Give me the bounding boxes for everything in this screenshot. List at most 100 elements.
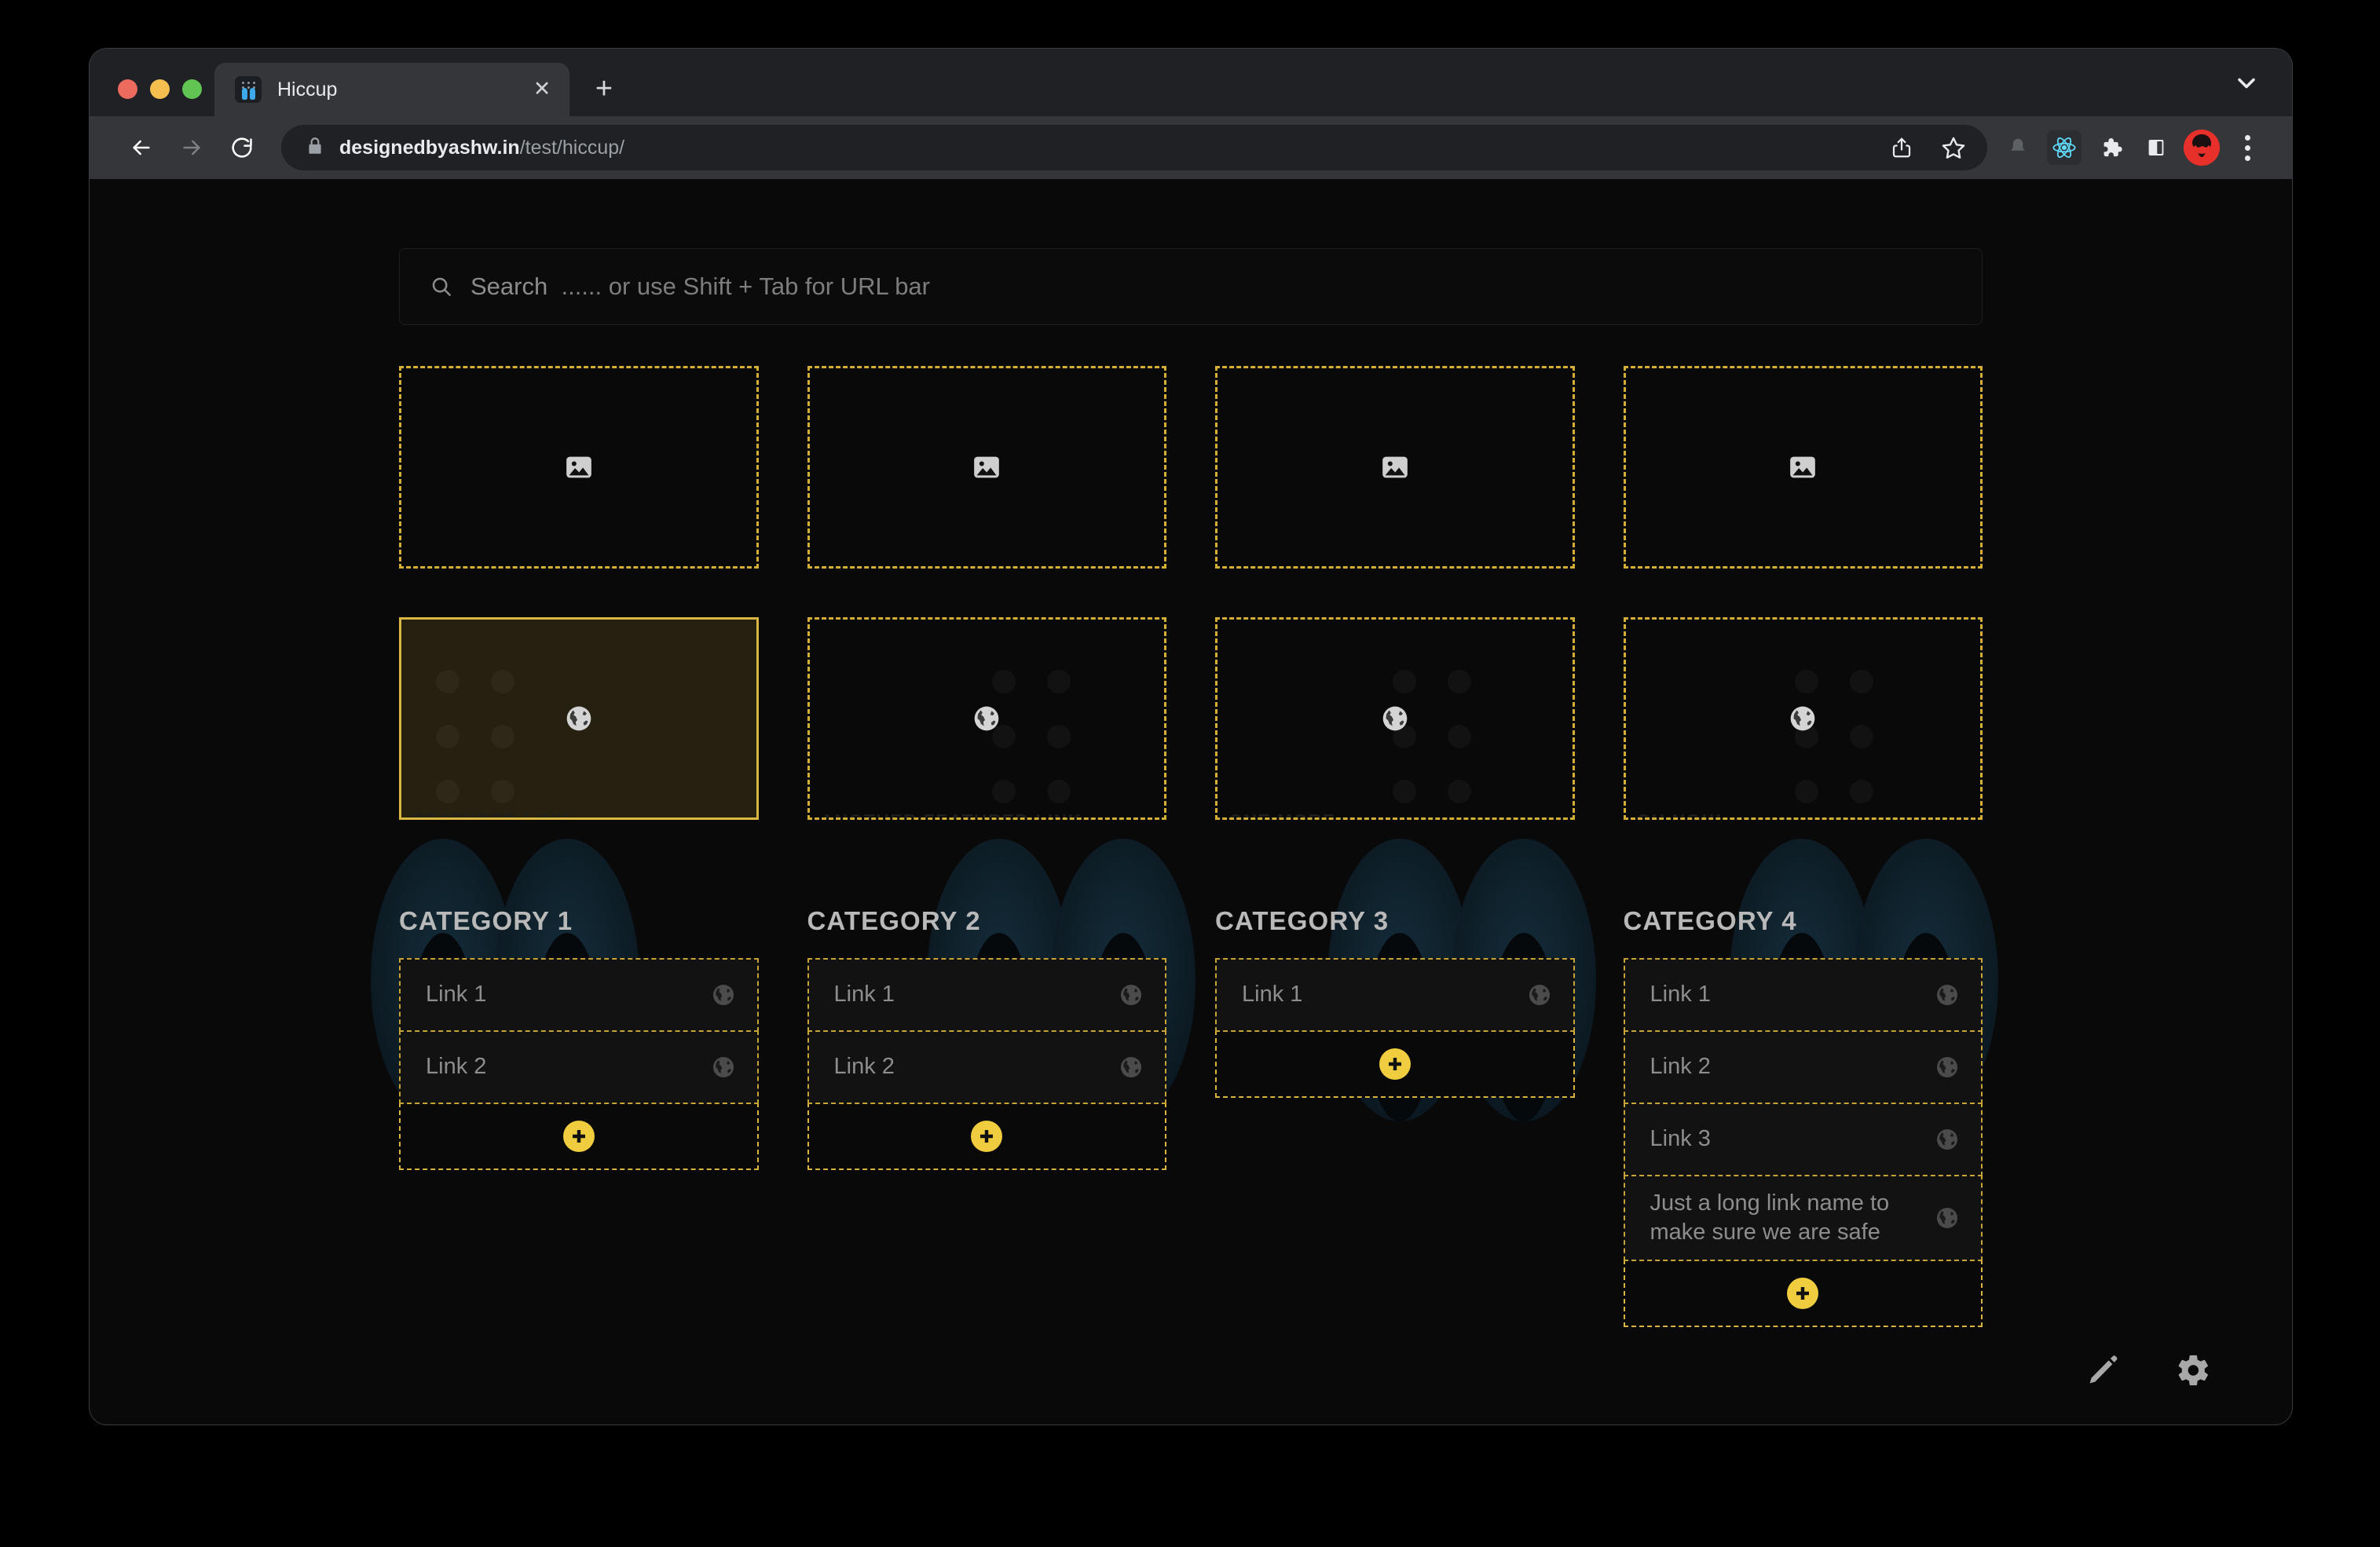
featured-cards-grid: FEATURED LINK ANOTHER FEATURED LIN	[399, 366, 1983, 820]
window-traffic-lights	[90, 79, 214, 116]
add-link-button[interactable]	[1623, 1260, 1983, 1328]
plus-icon	[1379, 1048, 1411, 1080]
side-panel-icon[interactable]	[2133, 125, 2179, 170]
chevron-down-icon[interactable]	[2232, 69, 2261, 97]
pencil-icon[interactable]	[2086, 1352, 2122, 1388]
category-column-4: CATEGORY 4 Link 1 Link 2 Link 3 Just a l…	[1623, 906, 1983, 1328]
link-label: Link 1	[426, 982, 487, 1008]
plus-icon	[971, 1121, 1003, 1152]
search-placeholder-hint: ...... or use Shift + Tab for URL bar	[561, 272, 930, 300]
maximize-window-button[interactable]	[182, 79, 202, 99]
tab-strip: Hiccup ✕ +	[90, 49, 2292, 116]
image-placeholder-icon	[971, 452, 1002, 483]
category-title: CATEGORY 1	[399, 906, 573, 935]
add-link-button[interactable]	[1215, 1030, 1575, 1098]
featured-column-2: ANOTHER FEATURED LINK	[807, 366, 1166, 820]
tab-title: Hiccup	[277, 78, 338, 101]
extensions-puzzle-icon[interactable]	[2088, 125, 2133, 170]
reload-button[interactable]	[217, 123, 267, 173]
page-content: Search ...... or use Shift + Tab for URL…	[399, 179, 1983, 1328]
featured-column-3: ONE MORE	[1215, 366, 1575, 820]
list-item[interactable]: Just a long link name to make sure we ar…	[1623, 1175, 1983, 1262]
featured-card-thumb-3[interactable]	[1215, 366, 1575, 569]
link-label: Link 1	[833, 982, 895, 1008]
browser-toolbar: designedbyashw.in/test/hiccup/	[90, 116, 2292, 179]
hiccup-favicon-icon	[235, 76, 262, 103]
browser-tab[interactable]: Hiccup ✕	[214, 63, 569, 116]
globe-icon	[1379, 703, 1411, 734]
globe-icon	[1118, 982, 1144, 1008]
search-placeholder-main: Search	[471, 272, 548, 300]
globe-icon	[563, 703, 595, 734]
featured-card-label: ONE MORE	[1228, 810, 1335, 817]
minimize-window-button[interactable]	[150, 79, 170, 99]
list-item[interactable]: Link 1	[807, 958, 1166, 1032]
list-item[interactable]: Link 2	[1623, 1030, 1983, 1104]
profile-avatar[interactable]	[2184, 130, 2220, 166]
chrome-menu-kebab-icon[interactable]	[2224, 125, 2270, 170]
list-item[interactable]: Link 2	[807, 1030, 1166, 1104]
plus-icon	[1787, 1278, 1819, 1310]
url-domain: designedbyashw.in	[339, 136, 520, 159]
category-column-3: CATEGORY 3 Link 1	[1215, 906, 1575, 1098]
featured-card-thumb-2[interactable]	[807, 366, 1166, 569]
omnibox-actions	[1879, 125, 1976, 170]
search-input[interactable]: Search ...... or use Shift + Tab for URL…	[399, 248, 1983, 325]
globe-icon	[710, 982, 737, 1008]
link-label: Link 3	[1650, 1126, 1711, 1152]
new-tab-button[interactable]: +	[587, 74, 621, 104]
close-window-button[interactable]	[118, 79, 137, 99]
url-path: /test/hiccup/	[519, 136, 625, 159]
list-item[interactable]: Link 3	[1623, 1103, 1983, 1176]
link-label: Link 2	[426, 1054, 487, 1080]
gear-icon[interactable]	[2174, 1352, 2210, 1388]
address-bar[interactable]: designedbyashw.in/test/hiccup/	[281, 125, 1987, 170]
featured-card-4[interactable]: OH NO!!!	[1623, 617, 1983, 820]
category-title: CATEGORY 3	[1215, 906, 1390, 935]
add-link-button[interactable]	[807, 1103, 1166, 1170]
share-icon[interactable]	[1879, 125, 1924, 170]
search-icon	[430, 275, 453, 298]
link-label: Link 1	[1650, 982, 1711, 1008]
link-label: Link 2	[833, 1054, 895, 1080]
category-column-1: CATEGORY 1 Link 1 Link 2	[399, 906, 759, 1170]
page-viewport: Search ...... or use Shift + Tab for URL…	[90, 179, 2292, 1424]
image-placeholder-icon	[1379, 452, 1411, 483]
lock-icon	[305, 136, 325, 159]
add-link-button[interactable]	[399, 1103, 759, 1170]
link-label: Link 2	[1650, 1054, 1711, 1080]
globe-icon	[1934, 1126, 1961, 1153]
featured-card-2[interactable]: ANOTHER FEATURED LINK	[807, 617, 1166, 820]
react-devtools-icon[interactable]	[2047, 130, 2082, 165]
list-item[interactable]: Link 2	[399, 1030, 759, 1104]
close-tab-icon[interactable]: ✕	[529, 76, 555, 103]
featured-card-thumb-4[interactable]	[1623, 366, 1983, 569]
featured-card-label: OH NO!!!	[1637, 810, 1723, 817]
list-item[interactable]: Link 1	[399, 958, 759, 1032]
category-column-2: CATEGORY 2 Link 1 Link 2	[807, 906, 1166, 1170]
featured-card-1[interactable]: FEATURED LINK	[399, 617, 759, 820]
featured-card-3[interactable]: ONE MORE	[1215, 617, 1575, 820]
globe-icon	[1787, 703, 1818, 734]
category-title: CATEGORY 4	[1623, 906, 1797, 935]
notification-bell-icon[interactable]	[1995, 125, 2041, 170]
featured-card-label: ANOTHER FEATURED LINK	[821, 810, 1082, 817]
list-item[interactable]: Link 1	[1215, 958, 1575, 1032]
categories-grid: CATEGORY 1 Link 1 Link 2 CATEGORY 2 Link…	[399, 906, 1983, 1328]
plus-icon	[562, 1121, 595, 1152]
list-item[interactable]: Link 1	[1623, 958, 1983, 1032]
image-placeholder-icon	[563, 452, 595, 483]
search-placeholder: Search ...... or use Shift + Tab for URL…	[471, 272, 930, 301]
globe-icon	[710, 1054, 737, 1081]
bookmark-star-icon[interactable]	[1931, 125, 1976, 170]
featured-column-4: OH NO!!!	[1623, 366, 1983, 820]
globe-icon	[1934, 982, 1961, 1008]
category-title: CATEGORY 2	[807, 906, 981, 935]
link-label: Link 1	[1242, 982, 1303, 1008]
back-button[interactable]	[116, 123, 167, 173]
image-placeholder-icon	[1787, 452, 1818, 483]
featured-card-thumb-1[interactable]	[399, 366, 759, 569]
globe-icon	[1526, 982, 1553, 1008]
footer-tools	[2086, 1352, 2210, 1388]
forward-button[interactable]	[167, 123, 217, 173]
